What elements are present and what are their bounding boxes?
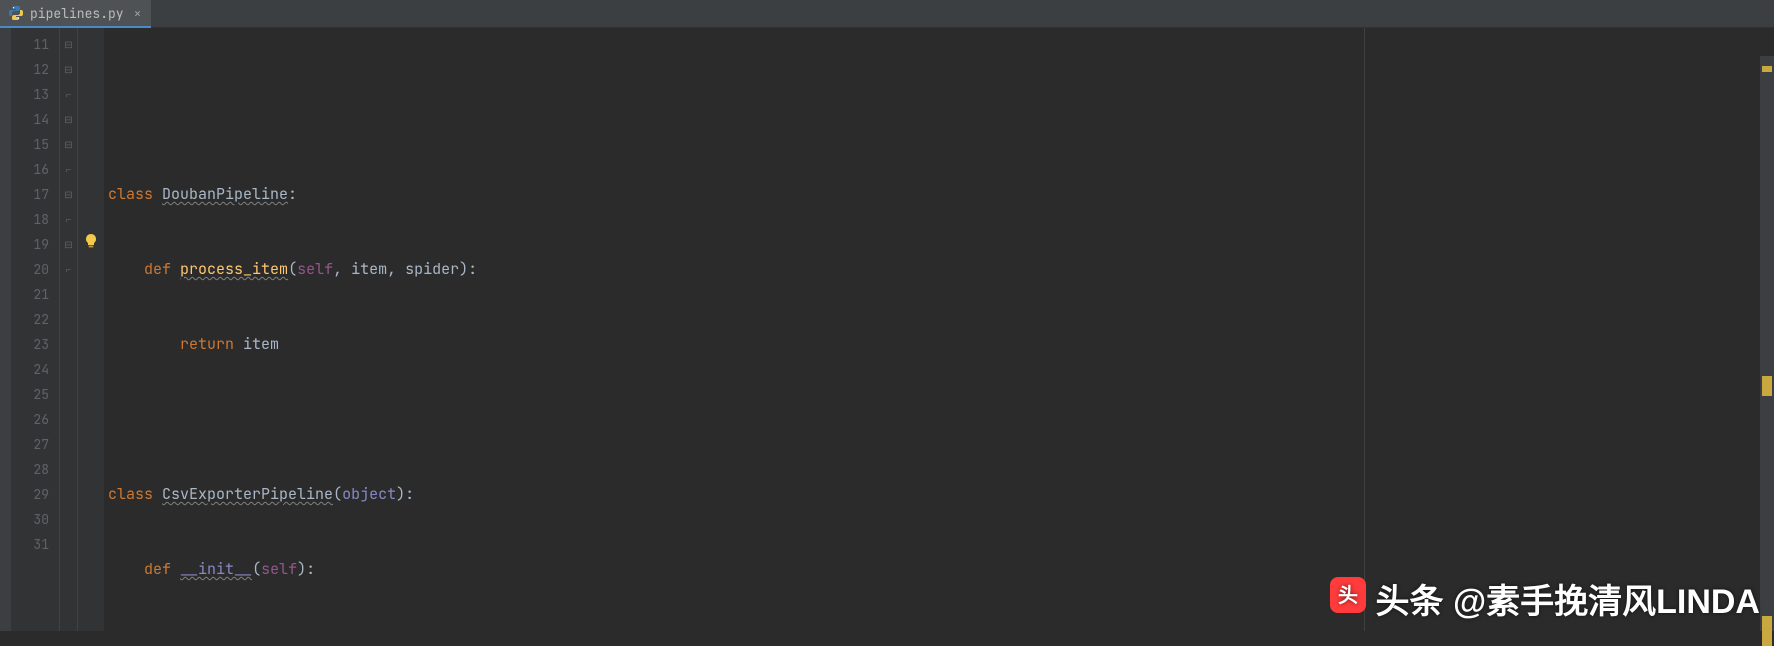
line-number[interactable]: 14 (12, 107, 49, 132)
code-area[interactable]: class DoubanPipeline: def process_item(s… (104, 28, 1774, 631)
tab-bar: pipelines.py × (0, 0, 1774, 28)
line-number[interactable]: 11 (12, 32, 49, 57)
line-number[interactable]: 28 (12, 457, 49, 482)
line-number[interactable]: 19 (12, 232, 49, 257)
line-number[interactable]: 30 (12, 507, 49, 532)
line-number[interactable]: 20 (12, 257, 49, 282)
warning-marker[interactable] (1762, 376, 1772, 396)
line-number[interactable]: 22 (12, 307, 49, 332)
code-line[interactable] (108, 107, 1774, 132)
fold-toggle[interactable]: ⊟ (60, 182, 77, 207)
close-tab-icon[interactable]: × (134, 5, 142, 22)
line-number[interactable]: 12 (12, 57, 49, 82)
fold-toggle[interactable]: ⊟ (60, 232, 77, 257)
line-number[interactable]: 25 (12, 382, 49, 407)
code-line[interactable]: class CsvExporterPipeline(object): (108, 482, 1774, 507)
line-number[interactable]: 26 (12, 407, 49, 432)
code-line[interactable]: return item (108, 332, 1774, 357)
warning-marker[interactable] (1762, 66, 1772, 72)
line-number[interactable]: 16 (12, 157, 49, 182)
line-number-gutter: 11 12 13 14 15 16 17 18 19 20 21 22 23 2… (12, 28, 60, 631)
line-number[interactable]: 27 (12, 432, 49, 457)
code-line[interactable]: def process_item(self, item, spider): (108, 257, 1774, 282)
fold-end: ⌐ (60, 257, 77, 282)
tab-filename: pipelines.py (30, 5, 124, 22)
line-number[interactable]: 15 (12, 132, 49, 157)
intention-gutter (78, 28, 104, 631)
toutiao-logo-icon: 头 (1330, 577, 1366, 621)
sidebar-strip (0, 28, 12, 631)
fold-end: ⌐ (60, 207, 77, 232)
scroll-marker-bar[interactable] (1760, 56, 1774, 631)
python-file-icon (8, 5, 24, 21)
fold-toggle[interactable]: ⊟ (60, 57, 77, 82)
svg-text:头: 头 (1338, 584, 1358, 607)
line-number[interactable]: 21 (12, 282, 49, 307)
fold-end: ⌐ (60, 157, 77, 182)
fold-end: ⌐ (60, 82, 77, 107)
line-number[interactable]: 18 (12, 207, 49, 232)
fold-toggle[interactable]: ⊟ (60, 32, 77, 57)
file-tab[interactable]: pipelines.py × (0, 0, 151, 28)
line-number[interactable]: 23 (12, 332, 49, 357)
line-number[interactable]: 24 (12, 357, 49, 382)
line-number[interactable]: 13 (12, 82, 49, 107)
warning-marker[interactable] (1762, 616, 1772, 646)
fold-toggle[interactable]: ⊟ (60, 107, 77, 132)
intention-bulb-icon[interactable] (82, 232, 100, 250)
code-line[interactable] (108, 407, 1774, 432)
line-number[interactable]: 17 (12, 182, 49, 207)
fold-gutter: ⊟ ⊟ ⌐ ⊟ ⊟ ⌐ ⊟ ⌐ ⊟ ⌐ (60, 28, 78, 631)
watermark: 头 头条 @素手挽清风LINDA (1330, 574, 1761, 623)
line-number[interactable]: 31 (12, 532, 49, 557)
code-line[interactable]: class DoubanPipeline: (108, 182, 1774, 207)
fold-toggle[interactable]: ⊟ (60, 132, 77, 157)
editor: 11 12 13 14 15 16 17 18 19 20 21 22 23 2… (0, 28, 1774, 631)
line-number[interactable]: 29 (12, 482, 49, 507)
